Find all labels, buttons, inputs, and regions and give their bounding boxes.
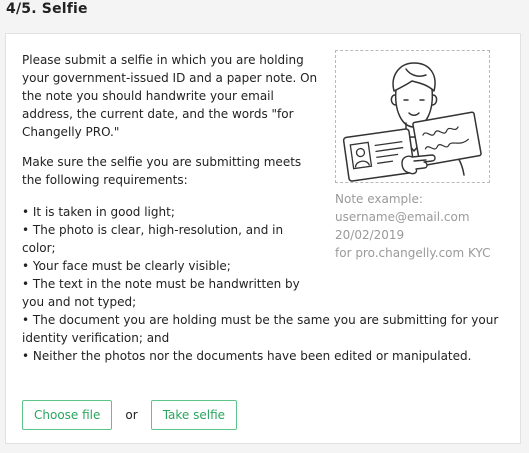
selfie-card: Please submit a selfie in which you are … <box>5 33 521 444</box>
choose-file-button[interactable]: Choose file <box>22 400 113 430</box>
step-title: 4/5. Selfie <box>6 1 88 17</box>
requirement-item: • The document you are holding must be t… <box>22 313 499 345</box>
requirements-list: • It is taken in good light; • The photo… <box>22 203 510 365</box>
take-selfie-button[interactable]: Take selfie <box>150 400 238 430</box>
selfie-example-illustration <box>335 50 490 183</box>
instructions-paragraph-1: Please submit a selfie in which you are … <box>22 53 318 139</box>
or-separator: or <box>125 408 138 422</box>
upload-actions: Choose file or Take selfie <box>22 399 238 431</box>
instructions-paragraph-2: Make sure the selfie you are submitting … <box>22 155 302 187</box>
requirement-item: • Your face must be clearly visible; <box>22 259 231 273</box>
person-holding-id-and-note-icon <box>342 62 482 182</box>
instructions: Please submit a selfie in which you are … <box>22 51 322 189</box>
requirement-item: • It is taken in good light; <box>22 205 175 219</box>
requirement-item: • Neither the photos nor the documents h… <box>22 349 472 363</box>
requirement-item: • The text in the note must be handwritt… <box>22 277 300 309</box>
requirement-item: • The photo is clear, high-resolution, a… <box>22 223 284 255</box>
